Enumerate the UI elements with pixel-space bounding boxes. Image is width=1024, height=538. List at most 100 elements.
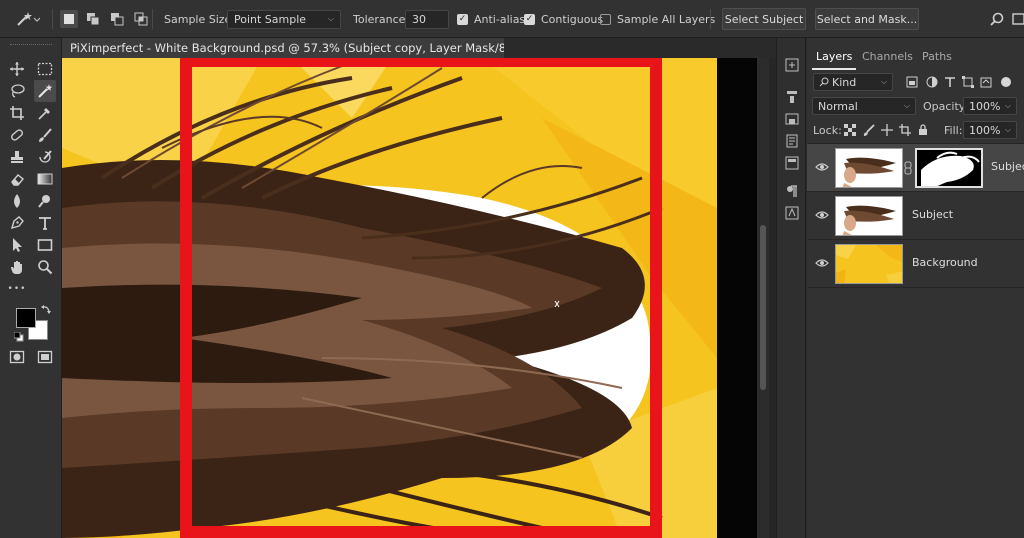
eraser-icon[interactable] xyxy=(6,168,28,190)
layer-row[interactable]: Subject xyxy=(807,191,1024,239)
filter-kind-select[interactable]: Kind ⌵ xyxy=(813,73,893,91)
history-brush-icon[interactable] xyxy=(34,146,56,168)
default-colors-icon[interactable] xyxy=(13,331,24,342)
character-panel-icon[interactable] xyxy=(783,204,801,222)
layer-name[interactable]: Background xyxy=(912,256,978,269)
chevron-down-icon: ⌵ xyxy=(880,77,887,86)
layers-list-end xyxy=(807,287,1024,288)
blend-mode-select[interactable]: Normal ⌵ xyxy=(812,97,916,115)
document-tab[interactable]: PiXimperfect - White Background.psd @ 57… xyxy=(62,38,544,58)
more-tools-icon[interactable]: ••• xyxy=(6,278,28,300)
sample-size-select[interactable]: Point Sample ⌵ xyxy=(227,9,341,29)
select-subject-button[interactable]: Select Subject xyxy=(722,8,806,30)
brush-icon[interactable] xyxy=(34,124,56,146)
layer-thumbnail[interactable] xyxy=(835,244,903,284)
channels-panel-icon[interactable] xyxy=(783,154,801,172)
shape-filter-icon[interactable] xyxy=(961,75,975,89)
tool-preset-picker[interactable] xyxy=(14,0,40,38)
screen-mode-icon[interactable] xyxy=(34,346,56,368)
chevron-down-icon: ⌵ xyxy=(1004,101,1011,110)
quick-mask-icon[interactable] xyxy=(6,346,28,368)
paragraph-panel-icon[interactable] xyxy=(783,182,801,200)
contiguous-checkbox[interactable]: ✓ Contiguous xyxy=(524,0,603,38)
adjustments-panel-icon[interactable] xyxy=(783,88,801,106)
dodge-icon[interactable] xyxy=(34,190,56,212)
sample-size-select-wrap: Point Sample ⌵ xyxy=(227,0,341,38)
eye-icon[interactable] xyxy=(814,208,830,222)
canvas-edge xyxy=(717,58,757,538)
clone-stamp-icon[interactable] xyxy=(6,146,28,168)
filter-toggle-icon[interactable] xyxy=(1001,77,1011,87)
path-selection-icon[interactable] xyxy=(6,234,28,256)
add-to-selection-icon[interactable] xyxy=(84,10,102,28)
pixel-filter-icon[interactable] xyxy=(905,75,919,89)
properties-panel-icon[interactable] xyxy=(783,132,801,150)
intersect-selection-icon[interactable] xyxy=(132,10,150,28)
contiguous-label: Contiguous xyxy=(541,12,604,26)
workspace-button[interactable] xyxy=(1012,0,1024,38)
history-panel-icon[interactable] xyxy=(783,56,801,74)
anti-alias-checkbox[interactable]: ✓ Anti-alias xyxy=(457,0,525,38)
lock-position-icon[interactable] xyxy=(880,123,894,137)
canvas-area[interactable] xyxy=(62,58,776,538)
tab-paths[interactable]: Paths xyxy=(922,50,952,63)
sample-all-layers-checkbox[interactable]: Sample All Layers xyxy=(600,0,715,38)
smart-object-filter-icon[interactable] xyxy=(979,75,993,89)
zoom-icon[interactable] xyxy=(34,256,56,278)
magic-wand-icon xyxy=(17,12,40,26)
layer-thumbnail[interactable] xyxy=(835,148,903,188)
pen-icon[interactable] xyxy=(6,212,28,234)
layer-row[interactable]: Subject xyxy=(807,143,1024,191)
marquee-icon[interactable] xyxy=(34,58,56,80)
healing-brush-icon[interactable] xyxy=(6,124,28,146)
checkbox-empty-icon xyxy=(600,13,611,25)
tab-layers[interactable]: Layers xyxy=(816,50,852,63)
opacity-input[interactable]: 100% ⌵ xyxy=(963,97,1017,115)
move-icon[interactable] xyxy=(6,58,28,80)
lock-all-icon[interactable] xyxy=(916,123,930,137)
magic-wand-icon[interactable] xyxy=(34,80,56,102)
eyedropper-icon[interactable] xyxy=(34,102,56,124)
hand-icon[interactable] xyxy=(6,256,28,278)
crop-icon[interactable] xyxy=(6,102,28,124)
lock-artboard-icon[interactable] xyxy=(898,123,912,137)
libraries-panel-icon[interactable] xyxy=(783,110,801,128)
type-filter-icon[interactable] xyxy=(943,75,957,89)
document-canvas[interactable] xyxy=(62,58,776,538)
swap-colors-icon[interactable] xyxy=(41,304,51,314)
adjustment-filter-icon[interactable] xyxy=(925,75,939,89)
subtract-from-selection-icon[interactable] xyxy=(108,10,126,28)
lock-transparent-icon[interactable] xyxy=(843,123,857,137)
layer-row[interactable]: Background xyxy=(807,239,1024,287)
opacity-value: 100% xyxy=(969,99,1001,113)
layer-thumbnail[interactable] xyxy=(835,196,903,236)
anti-alias-label: Anti-alias xyxy=(474,12,526,26)
workspace-icon xyxy=(1012,13,1024,25)
select-and-mask-button[interactable]: Select and Mask... xyxy=(815,8,919,30)
gradient-icon[interactable] xyxy=(34,168,56,190)
eye-icon[interactable] xyxy=(814,256,830,270)
eye-icon[interactable] xyxy=(814,160,830,174)
fill-label: Fill: xyxy=(944,124,963,137)
layer-name[interactable]: Subject xyxy=(991,160,1024,173)
layer-mask-thumbnail[interactable] xyxy=(915,148,983,188)
fill-input[interactable]: 100% ⌵ xyxy=(963,121,1017,139)
tolerance-input[interactable]: 30 xyxy=(405,9,449,29)
search-button[interactable] xyxy=(990,0,1004,38)
lasso-icon[interactable] xyxy=(6,80,28,102)
rectangle-icon[interactable] xyxy=(34,234,56,256)
tolerance-value: 30 xyxy=(412,12,426,26)
layer-name[interactable]: Subject xyxy=(912,208,953,221)
new-selection-icon[interactable] xyxy=(60,10,78,28)
tab-bar-empty xyxy=(504,38,776,58)
chain-link-icon[interactable] xyxy=(904,161,912,175)
separator xyxy=(52,9,53,29)
panel-icon-strip xyxy=(776,38,806,538)
foreground-color-swatch[interactable] xyxy=(16,308,36,328)
scrollbar-thumb[interactable] xyxy=(760,225,766,390)
type-icon[interactable] xyxy=(34,212,56,234)
lock-pixels-icon[interactable] xyxy=(862,123,876,137)
separator xyxy=(152,9,153,29)
blur-icon[interactable] xyxy=(6,190,28,212)
tab-channels[interactable]: Channels xyxy=(862,50,913,63)
